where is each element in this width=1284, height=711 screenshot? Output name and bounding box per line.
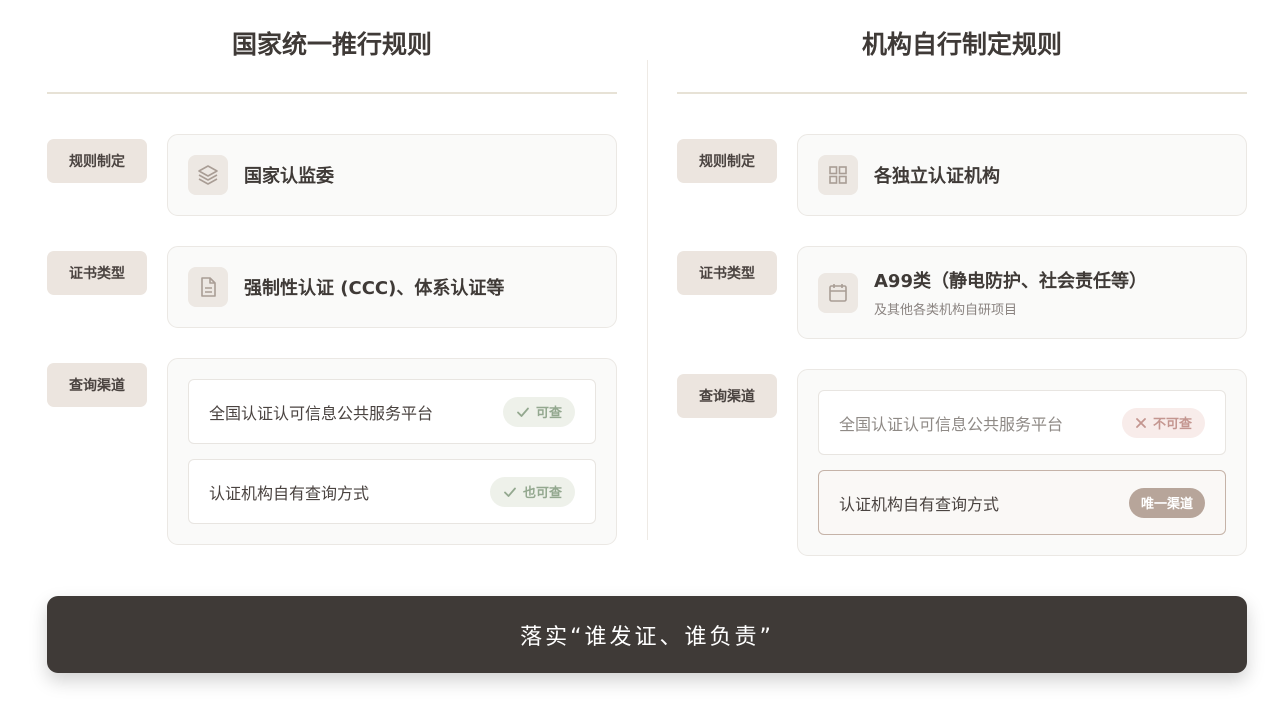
banner-text: 落实“谁发证、谁负责” bbox=[520, 624, 774, 650]
cross-icon bbox=[1135, 417, 1147, 429]
grid-icon bbox=[818, 155, 858, 195]
status-badge: 也可查 bbox=[489, 476, 575, 507]
agency-rules-column: 机构自行制定规则 规则制定 各独立认证机构 证书类型 A99类（静电防护、社会责… bbox=[677, 0, 1247, 556]
column-title: 国家统一推行规则 bbox=[47, 0, 617, 94]
query-channel-tag: 查询渠道 bbox=[47, 363, 147, 407]
rule-maker-card: 各独立认证机构 bbox=[797, 134, 1247, 216]
cert-type-card: 强制性认证 (CCC)、体系认证等 bbox=[167, 246, 617, 328]
query-channel-tag: 查询渠道 bbox=[677, 374, 777, 418]
status-badge: 可查 bbox=[502, 396, 575, 427]
document-icon bbox=[188, 267, 228, 307]
query-channel-card: 全国认证认可信息公共服务平台 不可查 认证机构自有查询方式 唯一渠道 bbox=[797, 369, 1247, 556]
only-channel-badge: 唯一渠道 bbox=[1128, 487, 1205, 518]
channel-label: 认证机构自有查询方式 bbox=[839, 494, 1000, 514]
check-icon bbox=[503, 485, 517, 499]
responsibility-banner: 落实“谁发证、谁负责” bbox=[47, 596, 1247, 673]
column-divider bbox=[647, 60, 648, 540]
channel-agency-own[interactable]: 认证机构自有查询方式 唯一渠道 bbox=[818, 470, 1226, 535]
rule-maker-tag: 规则制定 bbox=[47, 139, 147, 183]
cert-type-tag: 证书类型 bbox=[677, 251, 777, 295]
rule-maker-tag: 规则制定 bbox=[677, 139, 777, 183]
cert-type-card: A99类（静电防护、社会责任等） 及其他各类机构自研项目 bbox=[797, 246, 1247, 339]
channel-agency-own[interactable]: 认证机构自有查询方式 也可查 bbox=[188, 459, 596, 524]
channel-national-platform[interactable]: 全国认证认可信息公共服务平台 不可查 bbox=[818, 390, 1226, 455]
query-channel-card: 全国认证认可信息公共服务平台 可查 认证机构自有查询方式 也可查 bbox=[167, 358, 617, 545]
channel-national-platform[interactable]: 全国认证认可信息公共服务平台 可查 bbox=[188, 379, 596, 444]
cert-type-value: 强制性认证 (CCC)、体系认证等 bbox=[244, 278, 505, 299]
channel-label: 认证机构自有查询方式 bbox=[209, 483, 370, 503]
cert-type-value: A99类（静电防护、社会责任等） bbox=[874, 271, 1147, 292]
layers-icon bbox=[188, 155, 228, 195]
check-icon bbox=[516, 405, 530, 419]
national-rules-column: 国家统一推行规则 规则制定 国家认监委 证书类型 强制性认证 (CCC)、体系认… bbox=[47, 0, 617, 545]
channel-label: 全国认证认可信息公共服务平台 bbox=[839, 414, 1064, 434]
column-title: 机构自行制定规则 bbox=[677, 0, 1247, 94]
rule-maker-value: 国家认监委 bbox=[244, 166, 334, 187]
status-badge: 不可查 bbox=[1121, 407, 1205, 438]
channel-label: 全国认证认可信息公共服务平台 bbox=[209, 403, 434, 423]
rule-maker-card: 国家认监委 bbox=[167, 134, 617, 216]
cert-type-tag: 证书类型 bbox=[47, 251, 147, 295]
cert-type-subtext: 及其他各类机构自研项目 bbox=[874, 303, 1018, 318]
calendar-icon bbox=[818, 272, 858, 313]
rule-maker-value: 各独立认证机构 bbox=[874, 166, 1000, 187]
